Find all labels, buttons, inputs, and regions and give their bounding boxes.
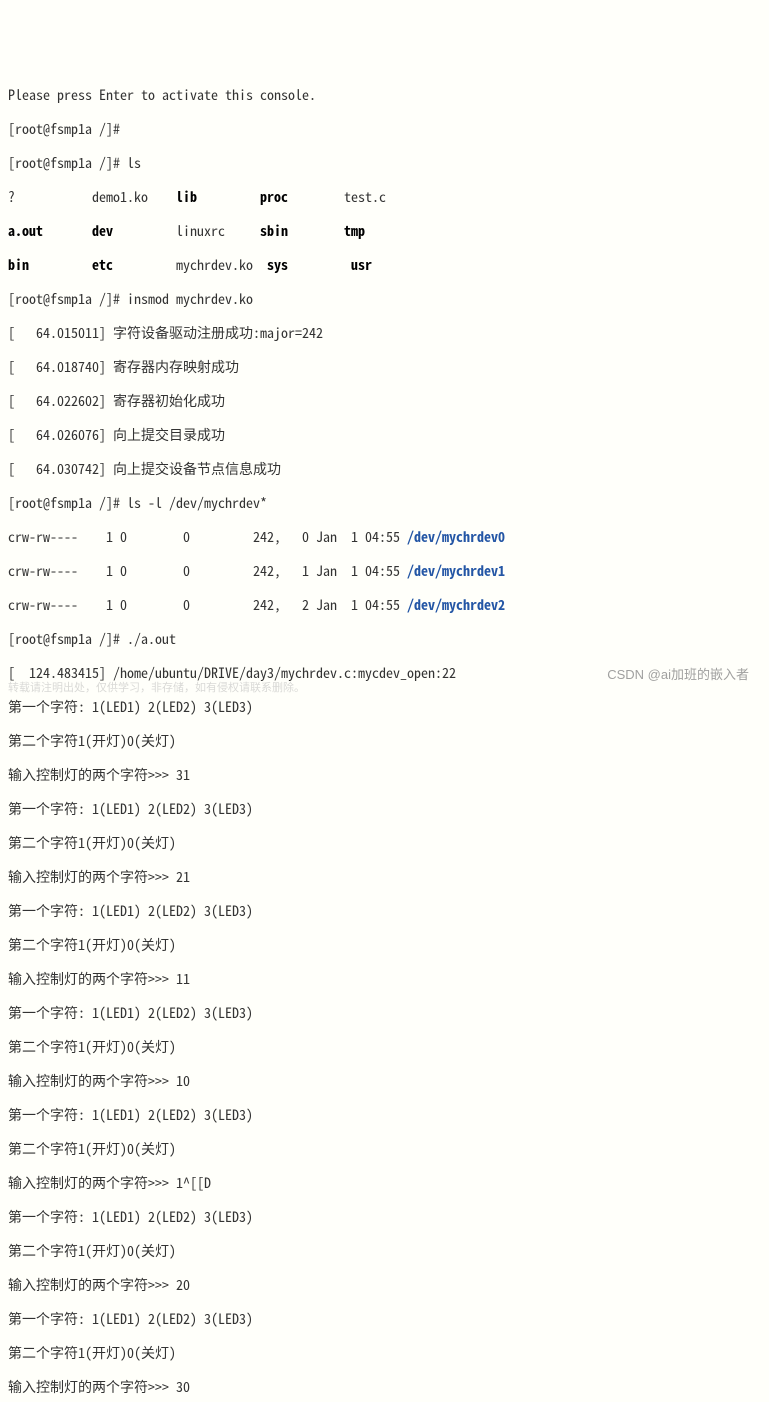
program-output-line: 第二个字符1(开灯)0(关灯): [8, 1141, 761, 1158]
ls-output-line: crw-rw---- 1 0 0 242, 1 Jan 1 04:55 /dev…: [8, 563, 761, 580]
program-output-line: 第一个字符: 1(LED1) 2(LED2) 3(LED3): [8, 1311, 761, 1328]
kernel-log-line: [ 64.030742] 向上提交设备节点信息成功: [8, 461, 761, 478]
program-input-line: 输入控制灯的两个字符>>> 1^[[D: [8, 1175, 761, 1192]
dir-usr: usr: [351, 255, 372, 275]
ls-output-line: crw-rw---- 1 0 0 242, 0 Jan 1 04:55 /dev…: [8, 529, 761, 546]
program-input-line: 输入控制灯的两个字符>>> 30: [8, 1379, 761, 1396]
dir-proc: proc: [260, 187, 288, 207]
program-output-line: 第一个字符: 1(LED1) 2(LED2) 3(LED3): [8, 1005, 761, 1022]
prompt-line: [root@fsmp1a /]# ls: [8, 155, 761, 172]
ls-output-line: bin etc mychrdev.ko sys usr: [8, 257, 761, 274]
ls-output-line: crw-rw---- 1 0 0 242, 2 Jan 1 04:55 /dev…: [8, 597, 761, 614]
program-output-line: 第二个字符1(开灯)0(关灯): [8, 1039, 761, 1056]
program-input-line: 输入控制灯的两个字符>>> 10: [8, 1073, 761, 1090]
kernel-log-line: [ 64.026076] 向上提交目录成功: [8, 427, 761, 444]
device-mychrdev2: /dev/mychrdev2: [407, 595, 505, 615]
program-output-line: 第一个字符: 1(LED1) 2(LED2) 3(LED3): [8, 699, 761, 716]
device-mychrdev1: /dev/mychrdev1: [407, 561, 505, 581]
program-output-line: 第一个字符: 1(LED1) 2(LED2) 3(LED3): [8, 1209, 761, 1226]
program-output-line: 第二个字符1(开灯)0(关灯): [8, 1243, 761, 1260]
dir-sys: sys: [267, 255, 288, 275]
csdn-watermark: CSDN @ai加班的嵌入者: [607, 666, 749, 683]
program-output-line: 第二个字符1(开灯)0(关灯): [8, 1345, 761, 1362]
program-input-line: 输入控制灯的两个字符>>> 11: [8, 971, 761, 988]
prompt-line: [root@fsmp1a /]# ./a.out: [8, 631, 761, 648]
dir-tmp: tmp: [344, 221, 365, 241]
program-input-line: 输入控制灯的两个字符>>> 31: [8, 767, 761, 784]
disclaimer-watermark: 转载请注明出处，仅供学习，非存储，如有侵权请联系删除。: [8, 680, 305, 697]
prompt-line: [root@fsmp1a /]# ls -l /dev/mychrdev*: [8, 495, 761, 512]
console-line: Please press Enter to activate this cons…: [8, 87, 761, 104]
dir-lib: lib: [176, 187, 197, 207]
program-output-line: 第二个字符1(开灯)0(关灯): [8, 937, 761, 954]
dir-bin: bin: [8, 255, 29, 275]
kernel-log-line: [ 64.022602] 寄存器初始化成功: [8, 393, 761, 410]
prompt-line: [root@fsmp1a /]#: [8, 121, 761, 138]
program-output-line: 第一个字符: 1(LED1) 2(LED2) 3(LED3): [8, 801, 761, 818]
program-output-line: 第一个字符: 1(LED1) 2(LED2) 3(LED3): [8, 903, 761, 920]
program-input-line: 输入控制灯的两个字符>>> 21: [8, 869, 761, 886]
kernel-log-line: [ 64.018740] 寄存器内存映射成功: [8, 359, 761, 376]
program-output-line: 第二个字符1(开灯)0(关灯): [8, 733, 761, 750]
dir-etc: etc: [92, 255, 113, 275]
program-input-line: 输入控制灯的两个字符>>> 20: [8, 1277, 761, 1294]
dir-sbin: sbin: [260, 221, 288, 241]
file-aout: a.out: [8, 221, 43, 241]
kernel-log-line: [ 64.015011] 字符设备驱动注册成功:major=242: [8, 325, 761, 342]
prompt-line: [root@fsmp1a /]# insmod mychrdev.ko: [8, 291, 761, 308]
program-output-line: 第二个字符1(开灯)0(关灯): [8, 835, 761, 852]
dir-dev: dev: [92, 221, 113, 241]
ls-output-line: a.out dev linuxrc sbin tmp: [8, 223, 761, 240]
program-output-line: 第一个字符: 1(LED1) 2(LED2) 3(LED3): [8, 1107, 761, 1124]
ls-output-line: ? demo1.ko lib proc test.c: [8, 189, 761, 206]
terminal-output: Please press Enter to activate this cons…: [8, 70, 761, 1402]
device-mychrdev0: /dev/mychrdev0: [407, 527, 505, 547]
